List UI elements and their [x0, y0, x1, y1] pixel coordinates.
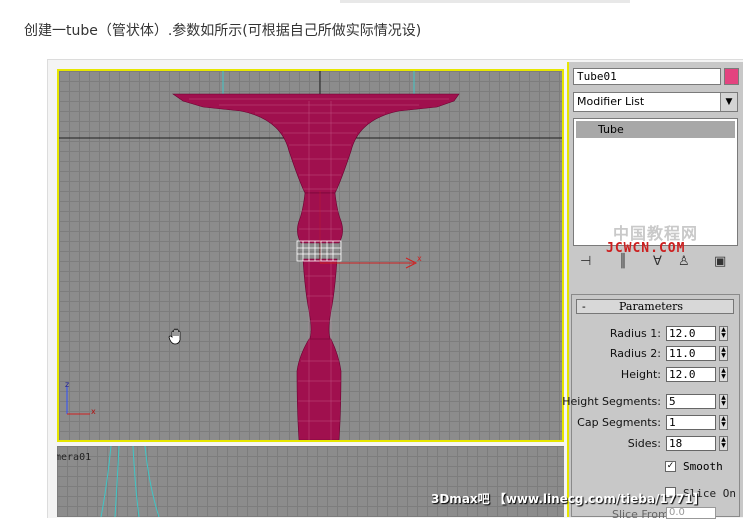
sides-input[interactable]: 18: [666, 436, 716, 451]
height-spinner[interactable]: ▲ ▼: [719, 367, 728, 382]
object-name-field[interactable]: Tube01: [573, 68, 721, 85]
modifier-list-dropdown[interactable]: Modifier List ▼: [573, 92, 738, 112]
radius2-input[interactable]: 11.0: [666, 346, 716, 361]
stack-item-tube[interactable]: Tube: [576, 121, 735, 138]
param-row-sides: Sides: 18 ▲ ▼: [571, 436, 741, 452]
param-label: Radius 1:: [609, 327, 661, 340]
stack-toolbar: ⊣ ║ ∀ ♙ ▣: [575, 252, 740, 274]
axis-x-label: x: [91, 407, 96, 416]
smooth-label: Smooth: [683, 460, 723, 473]
page-top-bar: [340, 0, 630, 3]
radius1-input[interactable]: 12.0: [666, 326, 716, 341]
radius1-spinner[interactable]: ▲ ▼: [719, 326, 728, 341]
modifier-list-label: Modifier List: [577, 95, 645, 108]
axis-tripod: [66, 387, 90, 415]
param-row-radius1: Radius 1: 12.0 ▲ ▼: [571, 326, 741, 342]
axis-z-label: z: [65, 380, 69, 389]
param-row-radius2: Radius 2: 11.0 ▲ ▼: [571, 346, 741, 362]
footer-watermark: 3Dmax吧 【www.linecg.com/tieba/1771】: [431, 492, 705, 506]
param-row-cap-segments: Cap Segments: 1 ▲ ▼: [571, 415, 741, 431]
slice-from-label: Slice From:: [612, 508, 673, 521]
parameters-rollout-header[interactable]: - Parameters: [576, 299, 734, 314]
cap-segments-input[interactable]: 1: [666, 415, 716, 430]
gizmo-x-label: x: [417, 254, 422, 263]
parameters-title: Parameters: [619, 300, 684, 313]
article-caption: 创建一tube（管状体）.参数如所示(可根据自己所做实际情况设): [24, 23, 422, 39]
param-row-height: Height: 12.0 ▲ ▼: [571, 367, 741, 383]
param-label: Height Segments:: [562, 395, 661, 408]
param-label: Sides:: [627, 437, 661, 450]
selected-tube-object: [296, 240, 342, 262]
cap-segments-spinner[interactable]: ▲ ▼: [719, 415, 728, 430]
pan-hand-cursor: [168, 328, 181, 345]
param-label: Cap Segments:: [577, 416, 661, 429]
param-label: Radius 2:: [609, 347, 661, 360]
smooth-checkbox[interactable]: ✓: [665, 461, 676, 472]
param-label: Height:: [620, 368, 661, 381]
pin-stack-icon[interactable]: ⊣: [580, 254, 591, 269]
object-color-swatch[interactable]: [724, 68, 739, 85]
height-segments-input[interactable]: 5: [666, 394, 716, 409]
collapse-icon: -: [582, 300, 586, 313]
sides-spinner[interactable]: ▲ ▼: [719, 436, 728, 451]
wireframe-tube-model: x z x: [59, 71, 562, 440]
show-end-result-icon[interactable]: ║: [619, 254, 627, 269]
make-unique-icon[interactable]: ∀: [653, 254, 662, 269]
chevron-down-icon[interactable]: ▼: [720, 93, 737, 111]
front-viewport[interactable]: x z x: [57, 69, 564, 442]
height-input[interactable]: 12.0: [666, 367, 716, 382]
configure-sets-icon[interactable]: ▣: [714, 254, 726, 269]
slice-from-input[interactable]: 0.0: [666, 507, 716, 519]
radius2-spinner[interactable]: ▲ ▼: [719, 346, 728, 361]
param-row-height-segments: Height Segments: 5 ▲ ▼: [562, 394, 741, 410]
height-segments-spinner[interactable]: ▲ ▼: [719, 394, 728, 409]
remove-modifier-icon[interactable]: ♙: [678, 254, 690, 269]
